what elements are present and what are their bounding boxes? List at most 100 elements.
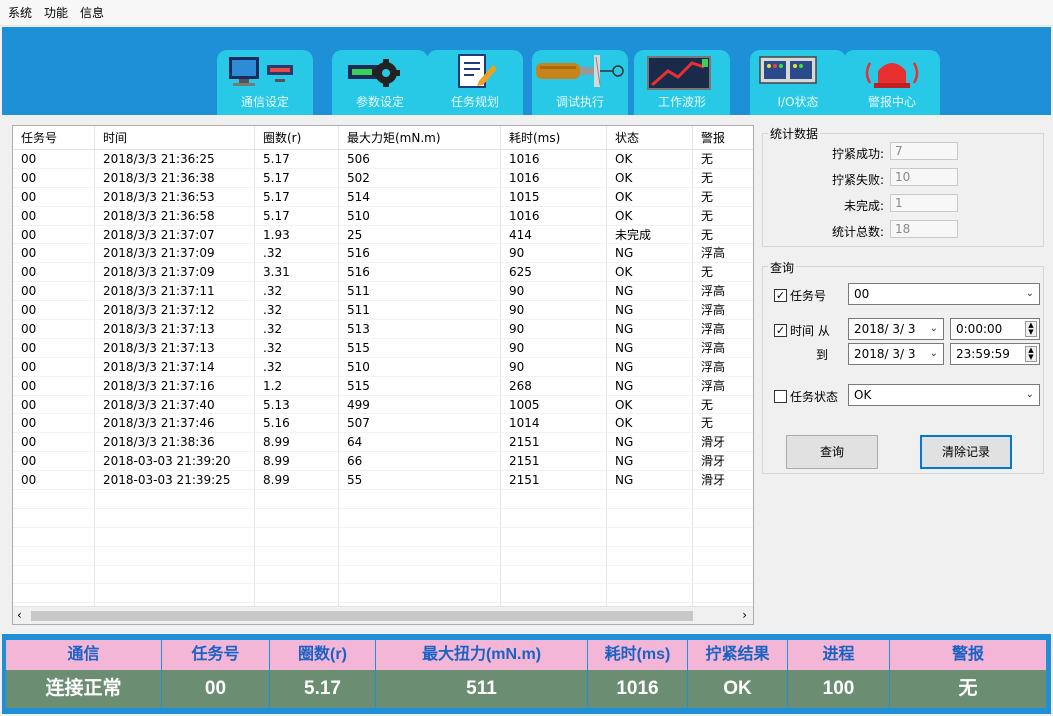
chevron-down-icon: ⌄ [929,348,938,359]
table-cell: 268 [501,376,607,396]
table-cell: 90 [501,357,607,377]
table-cell: 90 [501,301,607,321]
table-row[interactable]: 00 2018/3/3 21:36:38 5.17 502 1016 OK 无 [13,168,753,188]
tab-task-planning[interactable]: 任务规划 [427,50,523,115]
table-row[interactable]: 00 2018/3/3 21:37:46 5.16 507 1014 OK 无 [13,414,753,434]
tab-work-waveform[interactable]: 工作波形 [634,50,730,115]
table-cell: NG [607,452,693,472]
from-time-spinner[interactable]: 0:00:00 ▲ ▼ [950,318,1040,340]
status-header: 进程 [788,640,890,670]
column-header[interactable]: 最大力矩(mN.m) [339,126,501,149]
menu-system[interactable]: 系统 [8,4,32,21]
table-cell [607,527,693,547]
table-cell: 510 [339,206,501,226]
column-header[interactable]: 任务号 [13,126,95,149]
to-date-picker[interactable]: 2018/ 3/ 3 ⌄ [848,343,944,365]
query-button[interactable]: 查询 [786,435,878,469]
table-row[interactable]: 00 2018/3/3 21:36:58 5.17 510 1016 OK 无 [13,206,753,226]
spinner-arrows-icon[interactable]: ▲ ▼ [1025,346,1037,362]
task-checkbox[interactable]: ✓ 任务号 [774,287,826,304]
table-cell: NG [607,433,693,453]
table-cell: 滑牙 [693,452,753,472]
column-header[interactable]: 圈数(r) [255,126,339,149]
success-label: 拧紧成功: [831,147,884,161]
table-cell: 2018/3/3 21:37:40 [95,395,255,415]
table-row[interactable]: 00 2018/3/3 21:37:12.32 511 90 NG 浮高 [13,301,753,321]
table-cell: 8.99 [255,433,339,453]
table-cell: 1.2 [255,376,339,396]
tab-param-settings[interactable]: 参数设定 [332,50,428,115]
clear-records-button[interactable]: 清除记录 [920,435,1012,469]
table-cell: 506 [339,150,501,169]
from-date-picker[interactable]: 2018/ 3/ 3 ⌄ [848,318,944,340]
spinner-arrows-icon[interactable]: ▲ ▼ [1025,321,1037,337]
table-cell: 8.99 [255,452,339,472]
time-checkbox[interactable]: ✓ 时间 从 [774,322,830,339]
table-cell: OK [607,168,693,188]
column-header[interactable]: 警报 [693,126,753,149]
table-cell: 浮高 [693,339,753,358]
table-cell: .32 [255,320,339,339]
tab-debug-execute[interactable]: 调试执行 [532,50,628,115]
table-cell [607,508,693,528]
menu-info[interactable]: 信息 [80,4,104,21]
table-row[interactable]: 00 2018/3/3 21:38:36 8.99 64 2151 NG 滑牙 [13,433,753,453]
table-cell: 516 [339,244,501,264]
table-cell [255,527,339,547]
task-select[interactable]: 00 ⌄ [848,283,1040,305]
tab-comm-settings[interactable]: 通信设定 [217,50,313,115]
scroll-right-icon[interactable]: › [742,608,747,622]
table-cell [13,508,95,528]
table-cell: 00 [13,471,95,491]
incomplete-label: 未完成: [843,199,884,213]
table-row[interactable]: 00 2018-03-03 21:39:20 8.99 66 2151 NG 滑牙 [13,452,753,472]
table-row[interactable]: 00 2018/3/3 21:37:13.32 515 90 NG 浮高 [13,338,753,358]
status-checkbox[interactable]: 任务状态 [774,388,838,405]
table-cell: 00 [13,282,95,302]
table-cell: OK [607,263,693,283]
checkbox-checked-icon: ✓ [774,289,787,302]
records-table[interactable]: 任务号 时间 圈数(r) 最大力矩(mN.m) 耗时(ms) 状态 警报 00 2… [12,125,754,625]
table-cell [501,490,607,509]
column-header[interactable]: 状态 [607,126,693,149]
table-cell [607,565,693,585]
table-row[interactable]: 00 2018/3/3 21:37:14.32 510 90 NG 浮高 [13,357,753,377]
table-cell: 5.17 [255,168,339,188]
table-cell [13,490,95,509]
table-header: 任务号 时间 圈数(r) 最大力矩(mN.m) 耗时(ms) 状态 警报 [13,126,753,150]
table-row[interactable]: 00 2018/3/3 21:36:53 5.17 514 1015 OK 无 [13,187,753,207]
table-row[interactable]: 00 2018-03-03 21:39:25 8.99 55 2151 NG 滑牙 [13,471,753,491]
table-cell: 浮高 [693,282,753,302]
table-row[interactable]: 00 2018/3/3 21:37:11.32 511 90 NG 浮高 [13,282,753,302]
column-header[interactable]: 耗时(ms) [501,126,607,149]
to-time-spinner[interactable]: 23:59:59 ▲ ▼ [950,343,1040,365]
horizontal-scrollbar[interactable]: ‹ › [13,606,753,624]
stats-title: 统计数据 [768,125,821,142]
tab-io-status[interactable]: I/O状态 [750,50,846,115]
tab-alarm-center[interactable]: 警报中心 [844,50,940,115]
table-row[interactable]: 00 2018/3/3 21:37:13.32 513 90 NG 浮高 [13,320,753,339]
table-row[interactable]: 00 2018/3/3 21:37:09.32 516 90 NG 浮高 [13,244,753,264]
table-cell [339,490,501,509]
table-cell: 2018/3/3 21:37:09 [95,244,255,264]
scrollbar-thumb[interactable] [31,611,693,621]
column-header[interactable]: 时间 [95,126,255,149]
table-cell: 浮高 [693,320,753,339]
table-row[interactable]: 00 2018/3/3 21:37:40 5.13 499 1005 OK 无 [13,395,753,415]
table-cell [501,565,607,585]
tab-label: 工作波形 [657,95,706,109]
total-value: 18 [890,220,958,238]
empty-row [13,490,753,509]
table-cell: 00 [13,168,95,188]
table-row[interactable]: 00 2018/3/3 21:37:16 1.2 515 268 NG 浮高 [13,376,753,396]
table-row[interactable]: 00 2018/3/3 21:37:09 3.31 516 625 OK 无 [13,263,753,283]
table-cell [255,546,339,566]
menu-function[interactable]: 功能 [44,4,68,21]
table-cell: 无 [693,188,753,207]
status-select[interactable]: OK ⌄ [848,384,1040,406]
table-row[interactable]: 00 2018/3/3 21:37:07 1.93 25 414 未完成无 [13,225,753,245]
table-row[interactable]: 00 2018/3/3 21:36:25 5.17 506 1016 OK 无 [13,150,753,169]
table-cell: 00 [13,206,95,226]
table-cell [339,565,501,585]
scroll-left-icon[interactable]: ‹ [17,608,22,622]
